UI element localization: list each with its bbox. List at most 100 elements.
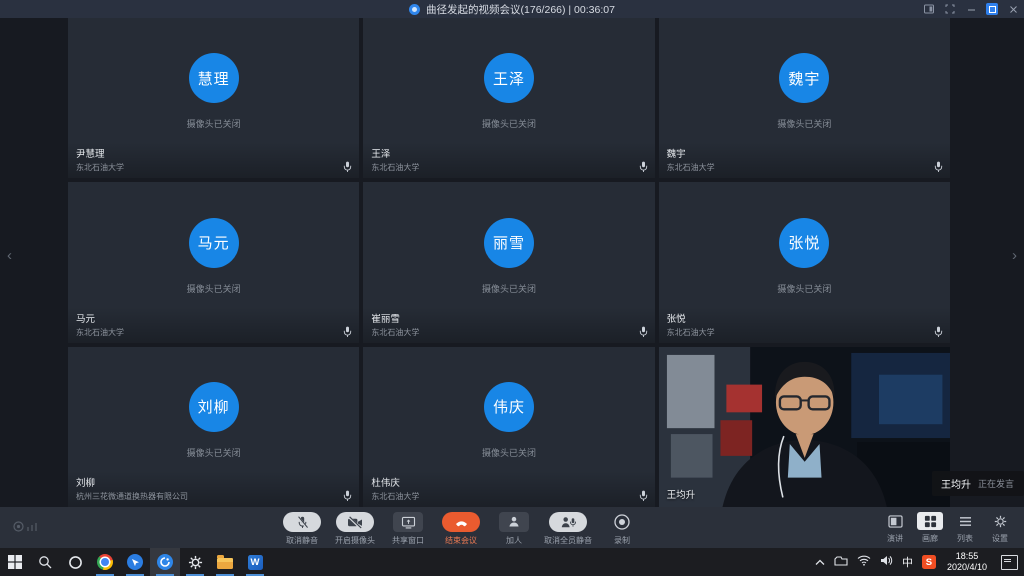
fullscreen-icon[interactable]	[944, 3, 956, 15]
clock-date: 2020/4/10	[947, 562, 987, 573]
hangup-button[interactable]: 结束会议	[438, 512, 484, 546]
toolbar-button-label: 共享窗口	[392, 535, 424, 546]
mic-icon	[343, 161, 352, 173]
mic-icon	[639, 490, 648, 502]
participant-org: 东北石油大学	[667, 162, 715, 173]
gallery-view-icon	[924, 515, 937, 528]
meeting-window: 曲径发起的视频会议(176/266) | 00:36:07 ‹ › 慧理 摄像头…	[0, 0, 1024, 576]
mic-icon	[343, 326, 352, 338]
share-screen-icon	[401, 515, 416, 530]
participant-tile[interactable]: 丽雪 摄像头已关闭 崔丽雪 东北石油大学	[363, 182, 654, 342]
mic-icon	[934, 161, 943, 173]
page-prev-chevron-icon[interactable]: ‹	[3, 244, 16, 267]
view-button-label: 演讲	[887, 533, 903, 544]
chrome-icon[interactable]	[90, 548, 120, 576]
participant-avatar: 丽雪	[484, 218, 534, 268]
participant-tile[interactable]: 刘柳 摄像头已关闭 刘柳 杭州三花微通道换热器有限公司	[68, 347, 359, 507]
wifi-icon[interactable]	[857, 553, 871, 571]
participant-tile[interactable]: 王泽 摄像头已关闭 王泽 东北石油大学	[363, 18, 654, 178]
unmute-all-button[interactable]: 取消全员静音	[544, 512, 592, 546]
minimize-button[interactable]	[965, 3, 977, 15]
layout-icon[interactable]	[923, 3, 935, 15]
participant-avatar: 马元	[189, 218, 239, 268]
tray-app-icon[interactable]	[834, 553, 848, 571]
toolbar-button-label: 取消全员静音	[544, 535, 592, 546]
title-bar: 曲径发起的视频会议(176/266) | 00:36:07	[0, 0, 1024, 18]
volume-icon[interactable]	[880, 553, 893, 571]
participant-name: 魏宇	[667, 146, 715, 160]
record-button[interactable]: 录制	[599, 512, 645, 546]
participant-tile[interactable]: 张悦 摄像头已关闭 张悦 东北石油大学	[659, 182, 950, 342]
camera-off-label: 摄像头已关闭	[482, 117, 536, 130]
participant-tile[interactable]: 慧理 摄像头已关闭 尹慧理 东北石油大学	[68, 18, 359, 178]
tray-chevron-icon[interactable]	[815, 553, 825, 571]
toolbar-button-label: 加人	[506, 535, 522, 546]
sogou-ime-icon[interactable]: S	[922, 555, 936, 569]
participant-tile[interactable]: 王均升	[659, 347, 950, 507]
cortana-icon[interactable]	[60, 548, 90, 576]
taskbar-clock[interactable]: 18:55 2020/4/10	[945, 551, 989, 574]
settings-icon	[994, 515, 1007, 528]
toolbar-button-label: 录制	[614, 535, 630, 546]
file-explorer-icon[interactable]	[210, 548, 240, 576]
view-speaker-view-button[interactable]: 演讲	[879, 512, 911, 544]
mic-icon	[639, 161, 648, 173]
mic-icon	[934, 326, 943, 338]
word-icon[interactable]: W	[240, 548, 270, 576]
camera-off-button[interactable]: 开启摄像头	[332, 512, 378, 546]
participant-name: 张悦	[667, 311, 715, 325]
pointer-app-icon[interactable]	[120, 548, 150, 576]
action-center-icon[interactable]	[1001, 555, 1018, 570]
close-button[interactable]	[1007, 3, 1019, 15]
page-next-chevron-icon[interactable]: ›	[1008, 244, 1021, 267]
participant-avatar: 魏宇	[779, 53, 829, 103]
mic-icon	[639, 326, 648, 338]
mic-muted-icon	[295, 515, 310, 530]
add-person-button[interactable]: 加人	[491, 512, 537, 546]
camera-off-label: 摄像头已关闭	[187, 446, 241, 459]
ime-indicator[interactable]: 中	[902, 554, 913, 570]
camera-off-label: 摄像头已关闭	[187, 282, 241, 295]
participant-avatar: 伟庆	[484, 382, 534, 432]
live-video-feed	[659, 347, 950, 507]
camera-off-icon	[347, 515, 363, 530]
participant-org: 东北石油大学	[371, 491, 419, 502]
camera-off-label: 摄像头已关闭	[777, 282, 831, 295]
hangup-icon	[453, 515, 470, 530]
participant-org: 东北石油大学	[371, 162, 419, 173]
participant-org: 东北石油大学	[667, 327, 715, 338]
participant-avatar: 刘柳	[189, 382, 239, 432]
toolbar-button-label: 结束会议	[445, 535, 477, 546]
view-button-label: 列表	[957, 533, 973, 544]
windows-taskbar: W 中 S 18:55 2020/4/10	[0, 548, 1024, 576]
app-logo-icon	[409, 4, 420, 15]
meeting-toolbar: 取消静音 开启摄像头 共享窗口 结束会议 加人 取消全员静音 录制	[0, 507, 1024, 548]
share-screen-button[interactable]: 共享窗口	[385, 512, 431, 546]
view-settings-button[interactable]: 设置	[984, 512, 1016, 544]
participant-org: 杭州三花微通道换热器有限公司	[76, 491, 188, 502]
participant-tile[interactable]: 魏宇 摄像头已关闭 魏宇 东北石油大学	[659, 18, 950, 178]
participant-name: 王均升	[667, 487, 696, 501]
participant-org: 东北石油大学	[371, 327, 419, 338]
participant-avatar: 慧理	[189, 53, 239, 103]
participant-name: 刘柳	[76, 475, 188, 489]
participant-name: 尹慧理	[76, 146, 124, 160]
settings-app-icon[interactable]	[180, 548, 210, 576]
camera-off-label: 摄像头已关闭	[482, 282, 536, 295]
view-list-view-button[interactable]: 列表	[949, 512, 981, 544]
view-button-label: 画廊	[922, 533, 938, 544]
signal-indicator-icon	[13, 521, 37, 532]
participant-tile[interactable]: 马元 摄像头已关闭 马元 东北石油大学	[68, 182, 359, 342]
view-gallery-view-button[interactable]: 画廊	[914, 512, 946, 544]
toolbar-button-label: 开启摄像头	[335, 535, 375, 546]
participant-org: 东北石油大学	[76, 327, 124, 338]
participant-tile[interactable]: 伟庆 摄像头已关闭 杜伟庆 东北石油大学	[363, 347, 654, 507]
maximize-button[interactable]	[986, 3, 998, 15]
mic-muted-button[interactable]: 取消静音	[279, 512, 325, 546]
meeting-app-icon[interactable]	[150, 548, 180, 576]
mic-icon	[343, 490, 352, 502]
speaking-name: 王均升	[941, 476, 971, 491]
search-icon[interactable]	[30, 548, 60, 576]
start-button[interactable]	[0, 548, 30, 576]
speaking-status: 正在发言	[978, 477, 1014, 490]
